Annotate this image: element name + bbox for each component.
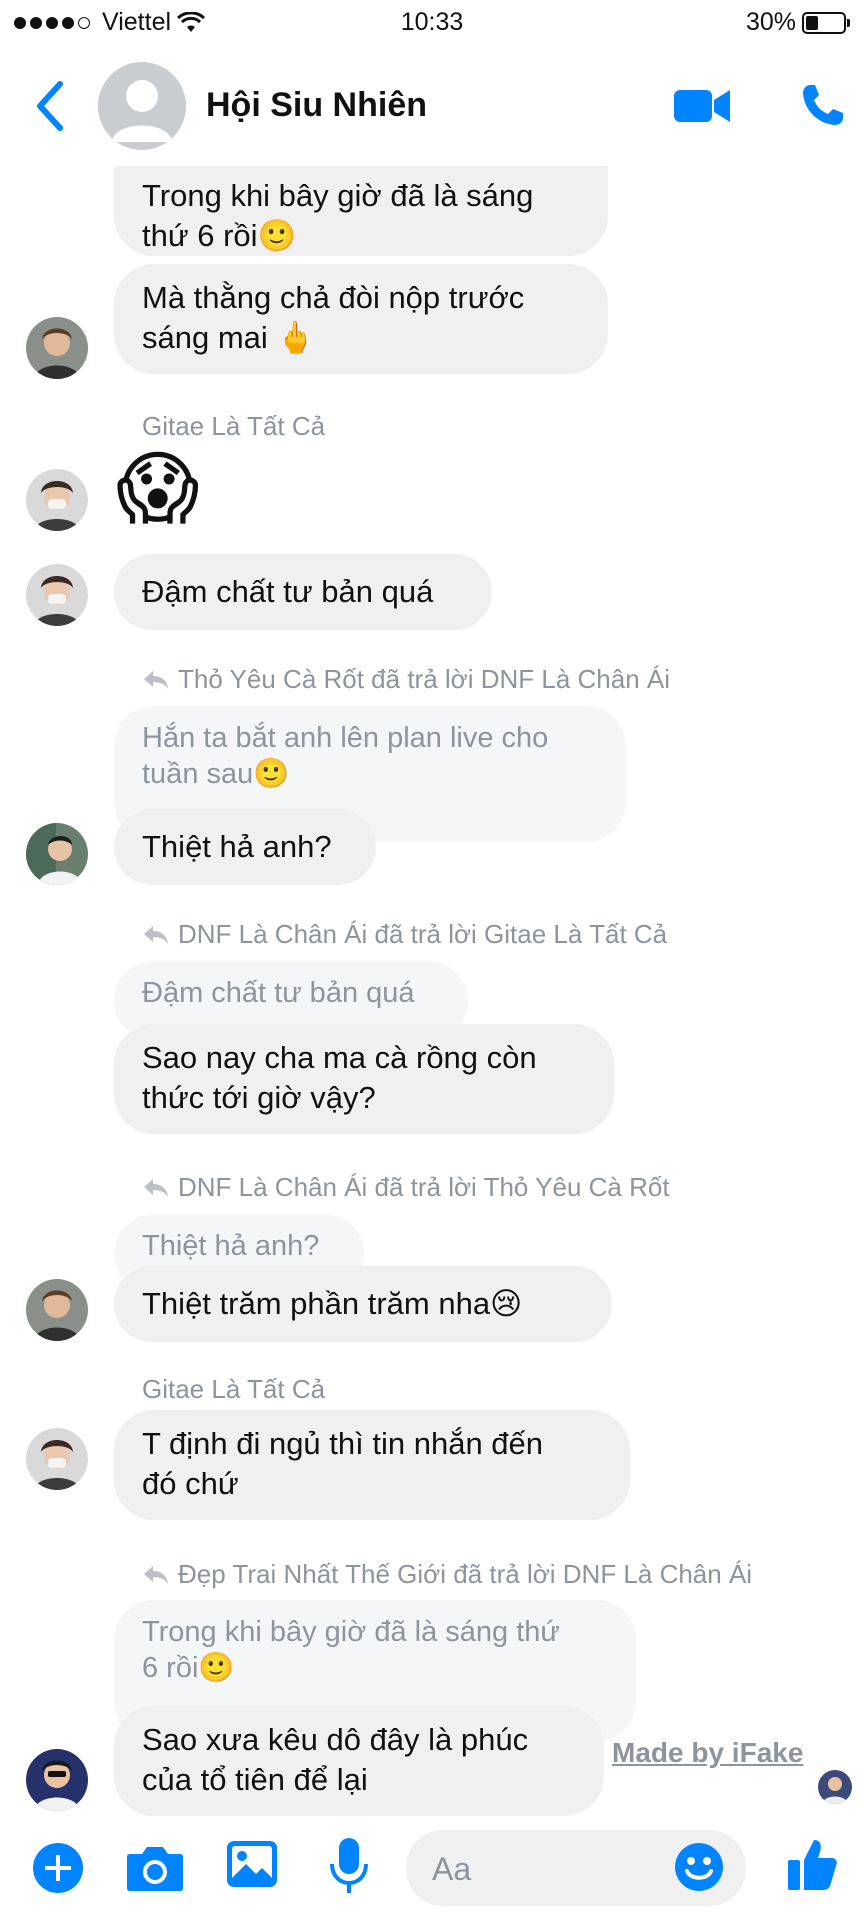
message-input[interactable] <box>430 1844 634 1894</box>
camera-icon[interactable] <box>126 1844 184 1892</box>
message-bubble[interactable]: Trong khi bây giờ đã là sáng thứ 6 rồi🙂 <box>114 166 608 256</box>
message-list[interactable]: Trong khi bây giờ đã là sáng thứ 6 rồi🙂 … <box>0 166 864 1816</box>
message-bubble[interactable]: Sao nay cha ma cà rồng còn thức tới giờ … <box>114 1024 614 1134</box>
message-bubble[interactable]: Thiệt hả anh? <box>114 809 376 885</box>
reply-icon <box>144 1178 168 1197</box>
add-icon[interactable] <box>32 1842 84 1894</box>
reply-header: DNF Là Chân Ái đã trả lời Thỏ Yêu Cà Rốt <box>142 1172 670 1203</box>
sender-name: Gitae Là Tất Cả <box>142 411 326 441</box>
reply-header-text: Đẹp Trai Nhất Thế Giới đã trả lời DNF Là… <box>178 1559 753 1589</box>
reply-header: Thỏ Yêu Cà Rốt đã trả lời DNF Là Chân Ái <box>142 664 670 695</box>
message-bubble[interactable]: T định đi ngủ thì tin nhắn đến đó chứ <box>114 1410 630 1520</box>
gallery-icon[interactable] <box>226 1840 278 1890</box>
emoji-message[interactable]: 😱 <box>116 444 199 534</box>
chat-header: Hội Siu Nhiên <box>0 48 864 166</box>
emoji-icon[interactable] <box>674 1842 724 1892</box>
reply-icon <box>144 670 168 689</box>
video-call-icon[interactable] <box>672 86 732 126</box>
reply-header-text: DNF Là Chân Ái đã trả lời Gitae Là Tất C… <box>178 919 668 949</box>
message-bubble[interactable]: Mà thằng chả đòi nộp trước sáng mai 🖕 <box>114 264 608 374</box>
reply-header: DNF Là Chân Ái đã trả lời Gitae Là Tất C… <box>142 919 667 950</box>
phone-call-icon[interactable] <box>800 82 846 128</box>
sender-avatar[interactable] <box>26 317 88 379</box>
reply-icon <box>144 1565 168 1584</box>
reply-header-text: Thỏ Yêu Cà Rốt đã trả lời DNF Là Chân Ái <box>178 664 671 694</box>
sender-avatar[interactable] <box>26 564 88 626</box>
sender-avatar[interactable] <box>26 823 88 885</box>
read-receipt-avatar <box>818 1770 852 1804</box>
back-icon[interactable] <box>30 78 70 134</box>
reply-icon <box>144 925 168 944</box>
message-bubble[interactable]: Sao xưa kêu dô đây là phúc của tổ tiên đ… <box>114 1706 604 1816</box>
message-input-container[interactable] <box>406 1830 746 1906</box>
message-bubble[interactable]: Thiệt trăm phần trăm nha😢 <box>114 1266 612 1342</box>
battery-percent: 30% <box>745 8 796 36</box>
watermark: Made by iFake <box>612 1737 804 1768</box>
sender-avatar[interactable] <box>26 1428 88 1490</box>
group-avatar[interactable] <box>98 62 186 150</box>
battery-status: 30% <box>745 8 850 37</box>
message-bubble[interactable]: Đậm chất tư bản quá <box>114 554 492 630</box>
status-bar: Viettel 10:33 30% <box>0 0 864 48</box>
battery-icon <box>802 11 850 34</box>
reply-header-text: DNF Là Chân Ái đã trả lời Thỏ Yêu Cà Rốt <box>178 1172 670 1202</box>
sender-avatar[interactable] <box>26 469 88 531</box>
microphone-icon[interactable] <box>328 1836 370 1896</box>
composer-bar <box>0 1816 864 1920</box>
sender-avatar[interactable] <box>26 1279 88 1341</box>
like-icon[interactable] <box>786 1836 838 1892</box>
chat-title[interactable]: Hội Siu Nhiên <box>206 86 427 125</box>
reply-header: Đẹp Trai Nhất Thế Giới đã trả lời DNF Là… <box>142 1559 752 1590</box>
sender-name: Gitae Là Tất Cả <box>142 1374 326 1404</box>
sender-avatar[interactable] <box>26 1749 88 1811</box>
status-time: 10:33 <box>400 8 464 36</box>
